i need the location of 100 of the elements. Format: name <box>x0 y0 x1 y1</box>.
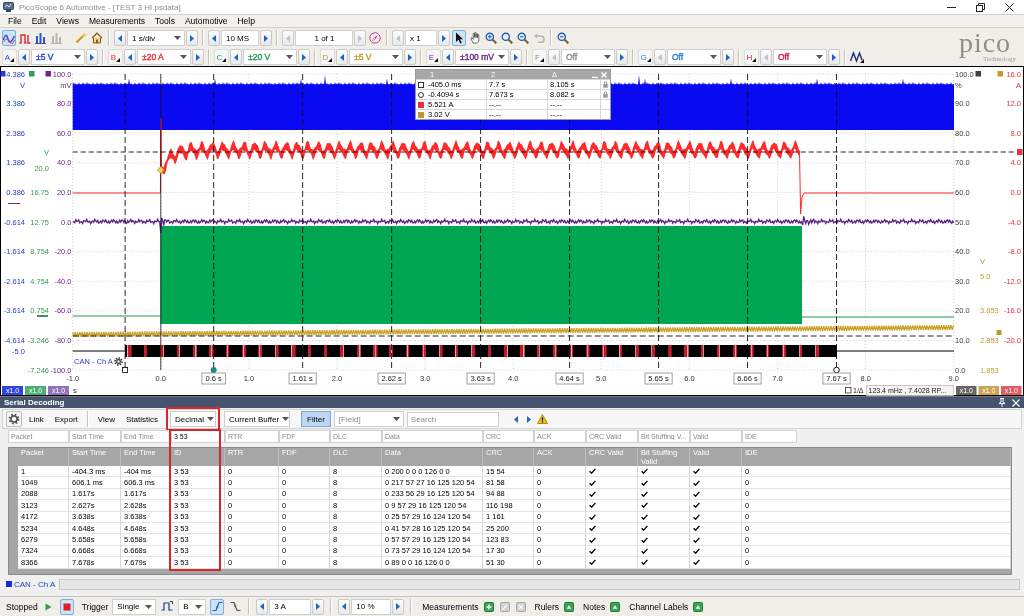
zoom-field[interactable]: x 1 <box>405 30 437 46</box>
buffer-field[interactable]: 1 of 1 <box>295 30 353 46</box>
math-channel-button[interactable] <box>850 49 864 65</box>
range-dropdown[interactable]: Off <box>667 49 721 65</box>
statistics-button[interactable]: Statistics <box>122 411 163 427</box>
next-button[interactable] <box>828 49 840 65</box>
previous-button[interactable] <box>124 49 136 65</box>
toggle-button[interactable] <box>609 600 622 613</box>
axis-marker-icon[interactable] <box>0 71 6 77</box>
previous-button[interactable] <box>208 30 220 46</box>
ruler-handle-icon[interactable] <box>122 367 128 373</box>
next-button[interactable] <box>510 49 522 65</box>
range-dropdown[interactable]: ±100 mV <box>455 49 509 65</box>
channel-button[interactable]: A <box>2 49 17 65</box>
previous-button[interactable] <box>338 598 351 615</box>
trigger-marker-icon[interactable] <box>157 166 165 174</box>
view-mode-button[interactable] <box>34 30 48 46</box>
zoom-out-tool-button[interactable] <box>516 30 530 46</box>
gear-icon[interactable] <box>114 357 123 366</box>
menu-item[interactable]: Measurements <box>83 16 151 26</box>
range-dropdown[interactable]: ±20 V <box>243 49 297 65</box>
menu-item[interactable]: Tools <box>150 16 180 26</box>
menu-item[interactable]: Edit <box>26 16 52 26</box>
next-button[interactable] <box>260 30 272 46</box>
home-button[interactable] <box>90 30 104 46</box>
samples-field[interactable]: 10 MS <box>221 30 259 46</box>
add-button[interactable] <box>482 600 495 613</box>
buffer-dropdown[interactable]: Current Buffer <box>224 411 291 427</box>
next-button[interactable] <box>192 49 204 65</box>
pre-trigger-field[interactable]: 10 % <box>351 598 392 615</box>
menu-item[interactable]: Automotive <box>179 16 233 26</box>
checkbox-icon[interactable] <box>845 387 852 394</box>
view-mode-button[interactable] <box>2 30 16 46</box>
square-marker-icon <box>418 81 424 88</box>
axis-marker-icon[interactable] <box>45 71 51 77</box>
pin-icon[interactable] <box>998 398 1006 407</box>
trigger-mode-dropdown[interactable]: Single <box>112 598 157 615</box>
pointer-tool-button[interactable] <box>452 30 466 46</box>
channel-button[interactable]: F <box>532 49 547 65</box>
previous-button[interactable] <box>442 49 454 65</box>
toggle-button[interactable] <box>692 600 705 613</box>
settings-button[interactable] <box>6 411 22 427</box>
axis-marker-icon[interactable] <box>996 330 1002 335</box>
next-button[interactable] <box>186 30 198 46</box>
stop-button[interactable] <box>59 598 74 615</box>
export-button[interactable]: Export <box>50 411 82 427</box>
pan-tool-button[interactable] <box>468 30 482 46</box>
lock-icon[interactable] <box>603 81 608 88</box>
threshold-field[interactable]: 3 A <box>269 598 312 615</box>
next-button[interactable] <box>616 49 628 65</box>
decoder-tab[interactable]: CAN - Ch A <box>4 579 58 589</box>
zoom-tool-button[interactable] <box>500 30 514 46</box>
previous-button[interactable] <box>336 49 348 65</box>
range-dropdown[interactable]: ±5 V <box>349 49 403 65</box>
zoom-in-tool-button[interactable] <box>484 30 498 46</box>
left-arrow-icon <box>118 34 122 42</box>
next-button[interactable] <box>438 30 450 46</box>
restore-icon[interactable] <box>976 2 985 12</box>
next-button[interactable] <box>404 49 416 65</box>
buffer-navigator-button[interactable] <box>368 30 382 46</box>
close-icon[interactable] <box>1005 2 1014 12</box>
ruler-handle-icon[interactable] <box>833 366 840 374</box>
next-button[interactable] <box>312 598 325 615</box>
range-dropdown[interactable]: Off <box>561 49 615 65</box>
field-dropdown[interactable]: [Field] <box>333 411 404 427</box>
timebase-dropdown[interactable]: 1 s/div <box>127 30 185 46</box>
filter-button[interactable]: Filter <box>301 411 331 427</box>
toggle-button[interactable] <box>563 600 576 613</box>
format-dropdown[interactable]: Decimal <box>170 411 217 427</box>
menu-item[interactable]: File <box>3 16 27 26</box>
axis-marker-icon[interactable] <box>1017 149 1023 155</box>
run-status: Stopped <box>6 601 38 612</box>
axis-marker-icon[interactable] <box>997 71 1003 77</box>
axis-marker-icon[interactable] <box>29 71 35 77</box>
channel-button[interactable]: B <box>108 49 123 65</box>
lock-icon[interactable] <box>603 91 608 98</box>
trigger-channel-dropdown[interactable]: B <box>178 598 207 615</box>
channel-button[interactable]: G <box>638 49 653 65</box>
menu-item[interactable]: Views <box>51 16 84 26</box>
next-button[interactable] <box>86 49 98 65</box>
previous-button[interactable] <box>256 598 269 615</box>
link-button[interactable]: Link <box>25 411 48 427</box>
next-button[interactable] <box>298 49 310 65</box>
view-button[interactable]: View <box>93 411 119 427</box>
channel-button[interactable]: H <box>744 49 759 65</box>
previous-button[interactable] <box>18 49 30 65</box>
channel-button[interactable]: C <box>214 49 229 65</box>
range-dropdown[interactable]: ±5 V <box>31 49 85 65</box>
range-dropdown[interactable]: Off <box>773 49 827 65</box>
next-button[interactable] <box>392 598 405 615</box>
axis-marker-icon[interactable] <box>975 71 981 77</box>
previous-button[interactable] <box>114 30 126 46</box>
rising-edge-button[interactable] <box>210 598 225 615</box>
zoom-to-fit-button[interactable] <box>556 30 570 46</box>
menu-item[interactable]: Help <box>232 16 260 26</box>
search-field[interactable]: Search <box>406 411 499 427</box>
previous-button[interactable] <box>230 49 242 65</box>
channel-button[interactable]: E <box>426 49 441 65</box>
next-button[interactable] <box>722 49 734 65</box>
range-dropdown[interactable]: ±20 A <box>137 49 191 65</box>
